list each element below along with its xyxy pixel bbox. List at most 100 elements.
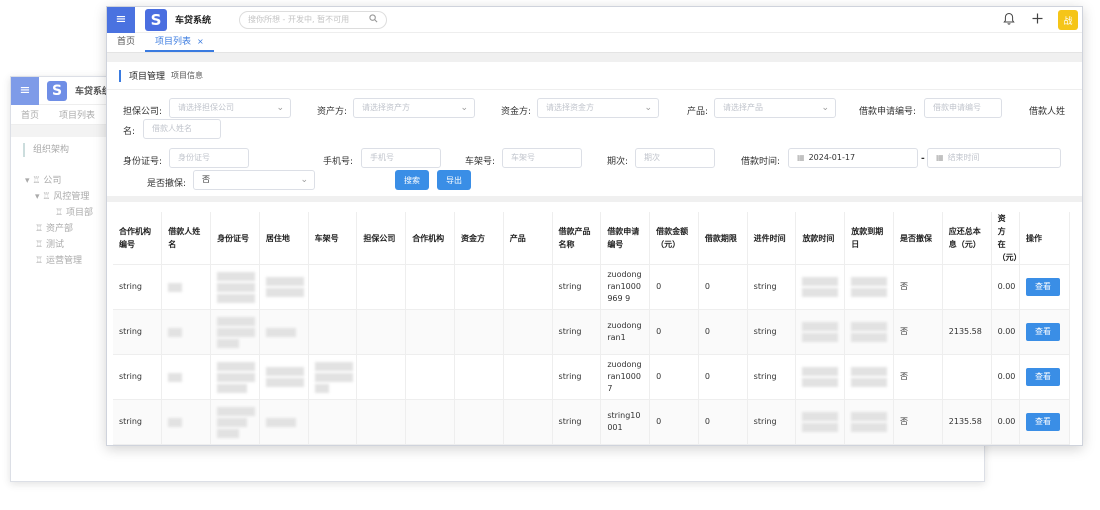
apply-no-cell: string10001: [600, 399, 651, 445]
plus-icon[interactable]: [1030, 13, 1044, 28]
tab-project-list[interactable]: 项目列表: [49, 108, 105, 121]
redacted-text: [851, 367, 888, 376]
apply-no-cell: zuodongran10007: [600, 354, 651, 400]
table-cell-redacted: [844, 264, 894, 310]
period-input[interactable]: 期次: [635, 148, 715, 168]
redacted-text: [802, 333, 839, 342]
product-cell: [503, 354, 553, 400]
loan-time-start-input[interactable]: ▦ 2024-01-17: [788, 148, 918, 168]
close-icon[interactable]: ×: [197, 37, 204, 46]
view-button[interactable]: 查看: [1026, 368, 1061, 386]
term-cell: 0: [698, 354, 748, 400]
apply-no-label: 借款申请编号:: [859, 107, 917, 117]
guarantee-select[interactable]: 请选择担保公司 ⌄: [169, 98, 291, 118]
frame-cell: [308, 309, 358, 355]
guarantee-cell: [356, 309, 407, 355]
frame-input[interactable]: 车架号: [502, 148, 582, 168]
column-header: 担保公司: [356, 212, 407, 265]
column-header: 资方在（元）: [991, 212, 1022, 265]
column-header: 产品: [503, 212, 553, 265]
term-cell: 0: [698, 309, 748, 355]
column-header: 是否撤保: [893, 212, 943, 265]
total-due-cell: 2135.58: [942, 399, 992, 445]
view-button[interactable]: 查看: [1026, 413, 1061, 431]
global-search-input[interactable]: 搜你所想 - 开发中, 暂不可用: [239, 10, 388, 29]
idcard-label: 身份证号:: [123, 157, 163, 167]
entry-time-cell: string: [747, 354, 797, 400]
tab-home[interactable]: 首页: [11, 108, 49, 121]
withdraw-select[interactable]: 否 ⌄: [193, 170, 315, 190]
tab-project-list-label: 项目列表: [155, 37, 192, 47]
redacted-text: [851, 378, 888, 387]
withdraw-label: 是否撤保:: [147, 179, 187, 189]
org-cell: [405, 399, 455, 445]
search-button[interactable]: 搜索: [395, 170, 429, 190]
loan-time-end-input[interactable]: ▦ 结束时间: [927, 148, 1061, 168]
guarantee-cell: [356, 264, 407, 310]
asset-select[interactable]: 请选择资产方 ⌄: [353, 98, 475, 118]
action-cell: 查看: [1019, 264, 1070, 310]
redacted-text: [802, 277, 839, 286]
fund-remain-cell: 0.00: [991, 399, 1021, 445]
product-label: 产品:: [687, 107, 709, 117]
section-title: 项目管理: [129, 72, 166, 82]
table-cell-redacted: [210, 309, 260, 355]
view-button[interactable]: 查看: [1026, 323, 1061, 341]
redacted-text: [217, 338, 240, 348]
total-due-cell: [942, 264, 992, 310]
table-cell-redacted: [259, 309, 309, 355]
total-due-cell: 2135.58: [942, 309, 992, 355]
fund-remain-cell: 0.00: [991, 309, 1021, 355]
tree-node-icon: ♖: [55, 208, 66, 218]
date-range-separator: -: [921, 154, 925, 164]
tab-home[interactable]: 首页: [107, 32, 145, 52]
fund-label: 资金方:: [501, 107, 532, 117]
apply-no-placeholder: 借款申请编号: [933, 103, 981, 112]
section-header: 项目管理 项目信息: [107, 62, 1082, 90]
column-header: 居住地: [259, 212, 309, 265]
divider: [107, 53, 1082, 62]
column-header: 进件时间: [747, 212, 797, 265]
fund-cell: [454, 264, 504, 310]
product-name-cell: string: [552, 264, 602, 310]
fund-cell: [454, 399, 504, 445]
tab-home-label: 首页: [117, 37, 136, 47]
guarantee-cell: [356, 399, 407, 445]
apply-no-cell: zuodongran1: [600, 309, 651, 355]
org-no-cell: string: [113, 264, 163, 310]
menu-icon[interactable]: ≡: [11, 77, 39, 105]
tab-project-list[interactable]: 项目列表 ×: [145, 32, 214, 52]
table-cell-redacted: [795, 264, 846, 310]
redacted-text: [802, 288, 839, 297]
redacted-text: [217, 327, 256, 337]
menu-icon[interactable]: ≡: [107, 7, 135, 33]
table-cell-redacted: [161, 309, 212, 355]
avatar[interactable]: 战: [1058, 10, 1078, 30]
redacted-text: [265, 417, 296, 427]
frame-placeholder: 车架号: [511, 153, 535, 162]
export-button[interactable]: 导出: [437, 170, 471, 190]
table-cell-redacted: [210, 354, 260, 400]
idcard-input[interactable]: 身份证号: [169, 148, 249, 168]
redacted-text: [168, 417, 183, 427]
apply-no-input[interactable]: 借款申请编号: [924, 98, 1002, 118]
fund-select[interactable]: 请选择资金方 ⌄: [537, 98, 659, 118]
search-placeholder: 搜你所想 - 开发中, 暂不可用: [248, 15, 350, 24]
view-button[interactable]: 查看: [1026, 278, 1061, 296]
header-actions: 战: [1002, 10, 1078, 30]
redacted-text: [217, 293, 256, 303]
guarantee-cell: [356, 354, 407, 400]
table-cell-redacted: [844, 354, 894, 400]
redacted-text: [314, 361, 353, 371]
org-no-cell: string: [113, 309, 163, 355]
product-select[interactable]: 请选择产品 ⌄: [714, 98, 836, 118]
chevron-down-icon: ⌄: [460, 103, 468, 113]
search-icon[interactable]: [369, 14, 378, 25]
bell-icon[interactable]: [1002, 12, 1016, 29]
redacted-text: [217, 406, 256, 416]
redacted-text: [217, 316, 256, 326]
borrower-input[interactable]: 借款人姓名: [143, 119, 221, 139]
tree-node-label: 风控管理: [53, 192, 90, 202]
org-no-cell: string: [113, 399, 163, 445]
phone-input[interactable]: 手机号: [361, 148, 441, 168]
